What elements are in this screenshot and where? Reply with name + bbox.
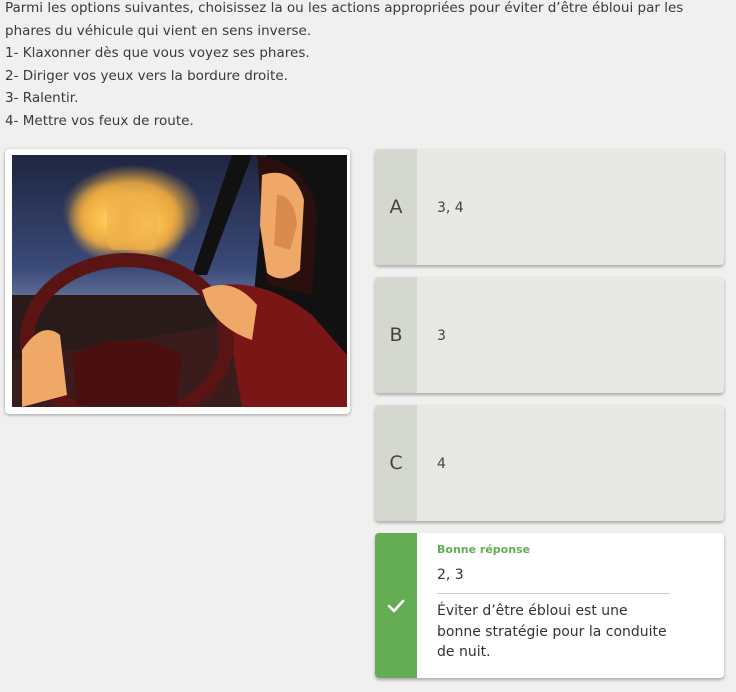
night-driving-illustration: [12, 155, 347, 407]
question-line-5: 3- Ralentir.: [5, 90, 79, 106]
correct-answer-value: 2, 3: [437, 567, 464, 583]
question-line-4: 2- Diriger vos yeux vers la bordure droi…: [5, 67, 288, 84]
correct-indicator: [375, 533, 417, 678]
question-line-3: 1- Klaxonner dès que vous voyez ses phar…: [5, 45, 310, 61]
correct-answer-label: Bonne réponse: [437, 543, 531, 556]
explanation-text: Éviter d’être ébloui est une bonne strat…: [437, 603, 667, 660]
option-letter: A: [375, 149, 417, 265]
option-text: 4: [437, 456, 446, 472]
option-b[interactable]: B 3: [375, 277, 724, 393]
question-text: Parmi les options suivantes, choisissez …: [5, 0, 725, 132]
option-letter: C: [375, 405, 417, 521]
check-icon: [387, 599, 405, 612]
question-illustration: [5, 149, 350, 414]
option-c[interactable]: C 4: [375, 405, 724, 521]
question-line-6: 4- Mettre vos feux de route.: [5, 112, 194, 129]
question-line-2: phares du véhicule qui vient en sens inv…: [5, 22, 312, 39]
question-line-1: Parmi les options suivantes, choisissez …: [5, 0, 684, 16]
option-text: 3, 4: [437, 200, 464, 216]
correct-answer-card: Bonne réponse 2, 3 Éviter d’être ébloui …: [375, 533, 724, 678]
option-a[interactable]: A 3, 4: [375, 149, 724, 265]
divider: [437, 593, 670, 594]
option-text: 3: [437, 328, 446, 344]
option-letter: B: [375, 277, 417, 393]
